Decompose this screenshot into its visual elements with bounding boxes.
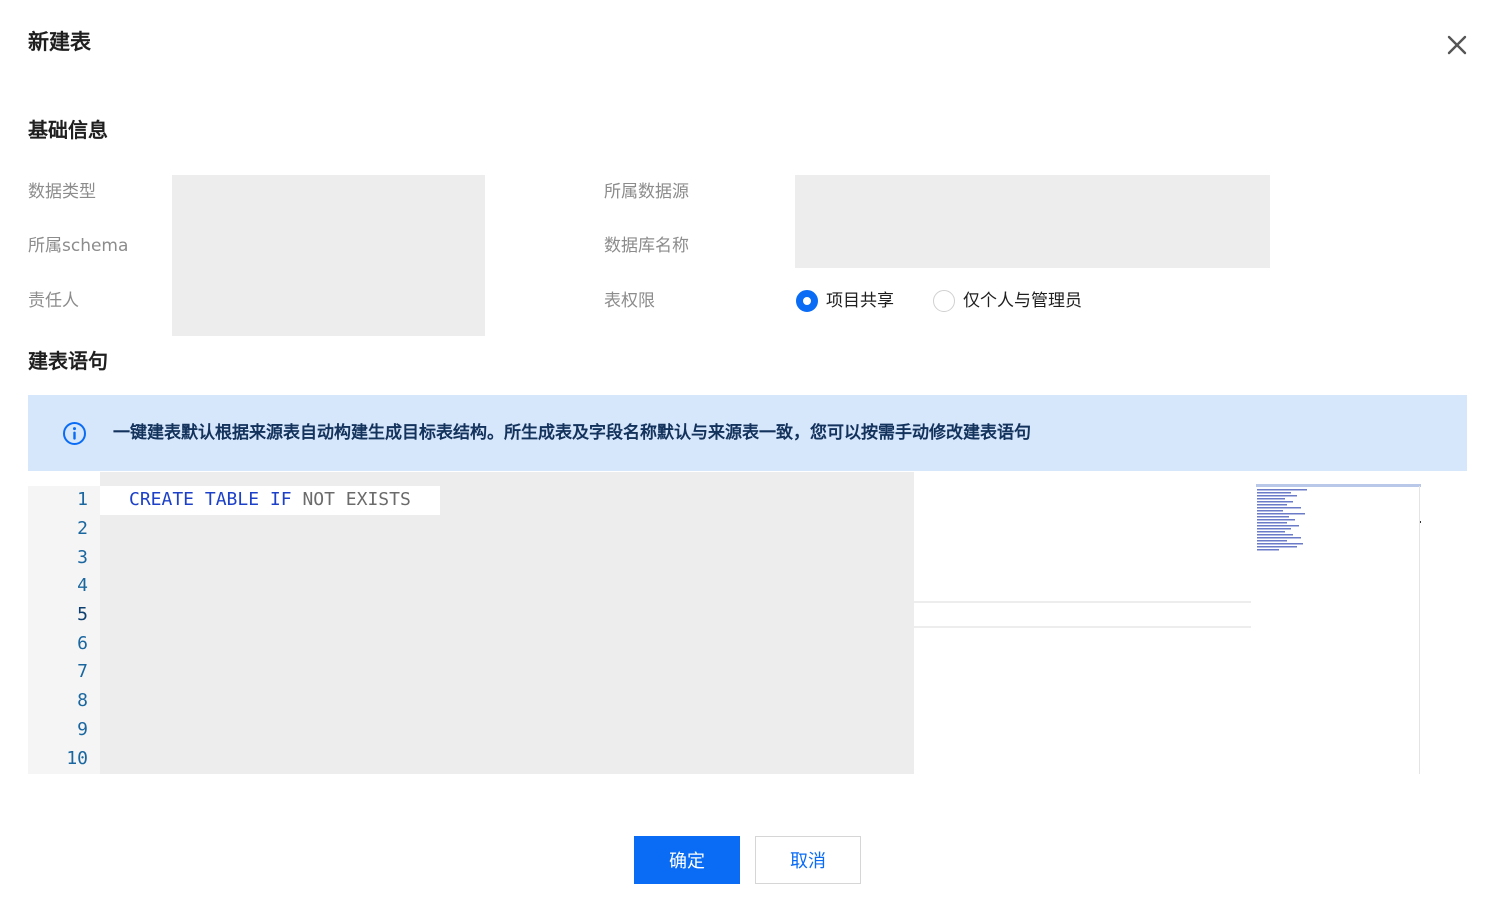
radio-project-shared-label: 项目共享 [826, 291, 894, 311]
code-token: EXISTS [345, 489, 411, 510]
label-permission: 表权限 [604, 291, 655, 311]
radio-personal-admin[interactable]: 仅个人与管理员 [933, 289, 1082, 313]
line-number: 7 [77, 661, 88, 682]
radio-project-shared[interactable]: 项目共享 [796, 289, 894, 313]
line-number-gutter: 1 2 3 4 5 6 7 8 9 10 [28, 486, 100, 774]
info-icon [62, 421, 87, 446]
section-title-basic-info: 基础信息 [28, 118, 108, 142]
code-token: IF [269, 489, 292, 510]
line-number: 9 [77, 719, 88, 740]
right-fields-masked [795, 175, 1270, 268]
code-token: NOT [302, 489, 335, 510]
section-title-statement: 建表语句 [28, 349, 108, 373]
left-fields-masked [172, 175, 485, 336]
label-owner: 责任人 [28, 291, 79, 311]
line-number: 6 [77, 633, 88, 654]
label-database: 数据库名称 [604, 236, 689, 256]
code-minimap[interactable] [1256, 484, 1426, 554]
line-number: 10 [66, 748, 88, 769]
radio-unchecked-icon [933, 290, 955, 312]
radio-checked-icon [796, 290, 818, 312]
line-number: 2 [77, 518, 88, 539]
code-line-1[interactable]: CREATE TABLE IF NOT EXISTS [129, 488, 411, 512]
editor-line-divider [914, 601, 1251, 603]
info-notice-text: 一键建表默认根据来源表自动构建生成目标表结构。所生成表及字段名称默认与来源表一致… [113, 423, 1031, 443]
code-token: TABLE [204, 489, 260, 510]
radio-personal-admin-label: 仅个人与管理员 [963, 291, 1082, 311]
line-number: 4 [77, 575, 88, 596]
cancel-button[interactable]: 取消 [755, 836, 861, 884]
line-number: 8 [77, 690, 88, 711]
confirm-button[interactable]: 确定 [634, 836, 740, 884]
label-schema: 所属schema [28, 236, 129, 256]
line-number: 3 [77, 547, 88, 568]
close-icon[interactable] [1442, 30, 1472, 60]
dialog-title: 新建表 [28, 30, 91, 54]
label-datasource: 所属数据源 [604, 182, 689, 202]
editor-line-divider [914, 626, 1251, 628]
code-token: CREATE [129, 489, 195, 510]
label-data-type: 数据类型 [28, 182, 96, 202]
code-editor-masked[interactable] [100, 472, 914, 774]
editor-scrollbar[interactable] [1419, 486, 1420, 774]
line-number: 1 [77, 489, 88, 510]
line-number: 5 [77, 604, 88, 625]
